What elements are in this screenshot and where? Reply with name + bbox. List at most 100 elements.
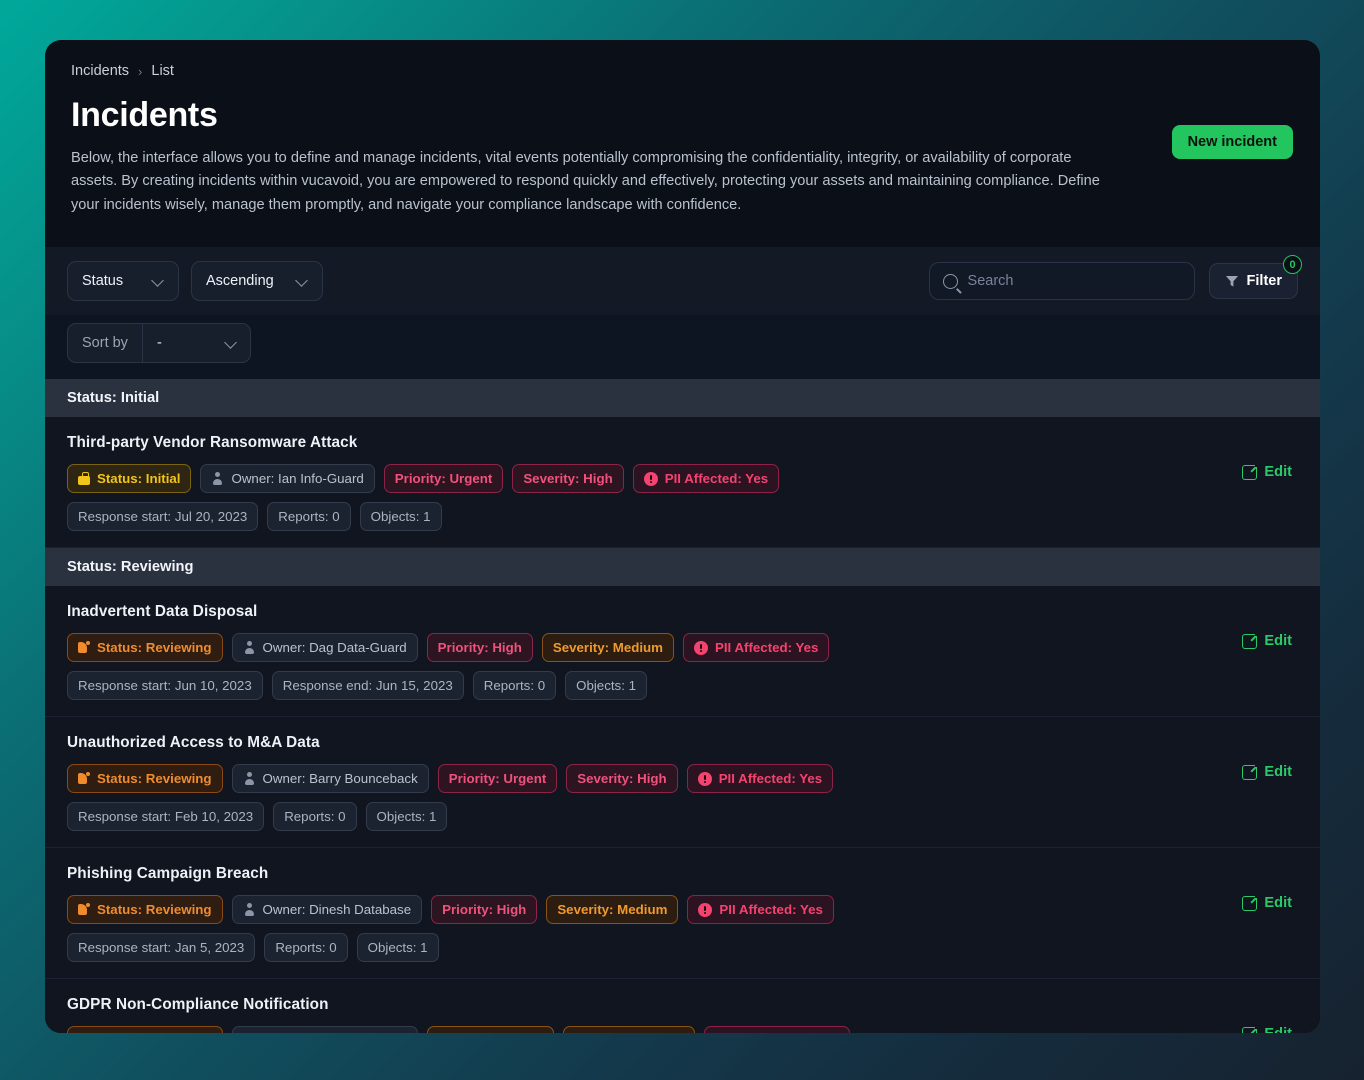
- alert-circle-icon: [693, 640, 708, 655]
- meta-chip-label: Reports: 0: [278, 509, 340, 525]
- breadcrumb: Incidents › List: [71, 60, 1294, 82]
- meta-chip-label: Objects: 1: [576, 678, 636, 694]
- severity-chip-label: Severity: High: [523, 471, 613, 487]
- pii-affected-chip-label: PII Affected: Yes: [719, 902, 823, 918]
- filter-label: Filter: [1246, 273, 1282, 290]
- search-input[interactable]: [967, 273, 1181, 290]
- severity-chip: Severity: Medium: [562, 1026, 695, 1033]
- incident-row[interactable]: Phishing Campaign Breach Status: Reviewin…: [45, 848, 1320, 980]
- priority-chip: Priority: High: [426, 633, 533, 663]
- toolbar: Status Ascending Filter 0: [45, 247, 1320, 380]
- meta-chip: Reports: 0: [472, 671, 557, 701]
- app-window: Incidents › List Incidents Below, the in…: [45, 40, 1320, 1033]
- owner-chip: Owner: Dag Data-Guard: [231, 1026, 418, 1033]
- filter-button[interactable]: Filter 0: [1208, 255, 1302, 300]
- edit-button[interactable]: Edit: [1242, 761, 1292, 781]
- meta-chip: Reports: 0: [273, 802, 357, 832]
- pii-affected-chip: PII Affected: Yes: [703, 1026, 851, 1033]
- incident-list: Status: Initial Third-party Vendor Ransom…: [45, 379, 1320, 1033]
- incident-attribute-chips: Status: Reviewing Owner: Barry Bounceback…: [67, 764, 1242, 794]
- meta-chip-label: Response start: Jan 5, 2023: [78, 940, 245, 956]
- meta-chip-label: Reports: 0: [275, 940, 337, 956]
- incident-content: GDPR Non-Compliance Notification Status: …: [67, 996, 1242, 1033]
- incident-attribute-chips: Status: Reviewing Owner: Dag Data-Guard Pr…: [67, 633, 1242, 663]
- edit-button[interactable]: Edit: [1242, 461, 1292, 481]
- chevron-down-icon: [152, 275, 164, 287]
- owner-chip-label: Owner: Dag Data-Guard: [262, 640, 407, 656]
- meta-chip-label: Response start: Feb 10, 2023: [78, 809, 254, 825]
- meta-chip: Objects: 1: [565, 671, 647, 701]
- person-icon: [243, 772, 256, 785]
- sort-by-control[interactable]: Sort by -: [67, 323, 251, 364]
- edit-button[interactable]: Edit: [1242, 1023, 1292, 1033]
- sort-by-select[interactable]: -: [143, 324, 250, 362]
- sort-by-label: Sort by: [68, 324, 143, 363]
- edit-pencil-icon: [1242, 1023, 1261, 1033]
- meta-chip: Response end: Jun 15, 2023: [271, 671, 464, 701]
- priority-chip-label: Priority: High: [442, 902, 527, 918]
- severity-chip: Severity: Medium: [541, 633, 674, 663]
- severity-chip: Severity: Medium: [546, 895, 679, 925]
- edit-label: Edit: [1264, 764, 1292, 781]
- incident-meta-chips: Response start: Jun 10, 2023 Response end…: [67, 671, 1242, 701]
- status-chip-label: Status: Initial: [97, 471, 181, 487]
- owner-chip-label: Owner: Dinesh Database: [262, 902, 412, 918]
- incident-row[interactable]: Third-party Vendor Ransomware Attack Stat…: [45, 417, 1320, 549]
- new-incident-button[interactable]: New incident: [1171, 125, 1293, 159]
- severity-chip-label: Severity: High: [577, 771, 667, 787]
- status-chip-label: Status: Reviewing: [97, 902, 212, 918]
- chevron-down-icon: [296, 275, 308, 287]
- owner-chip-label: Owner: Barry Bounceback: [262, 771, 418, 787]
- incident-title[interactable]: Phishing Campaign Breach: [67, 865, 1242, 883]
- status-chip-label: Status: Reviewing: [97, 640, 212, 656]
- incident-title[interactable]: Unauthorized Access to M&A Data: [67, 734, 1242, 752]
- breadcrumb-item-list[interactable]: List: [151, 63, 174, 79]
- toolbar-primary-row: Status Ascending Filter 0: [45, 247, 1320, 315]
- meta-chip-label: Response start: Jul 20, 2023: [78, 509, 248, 525]
- status-chip-label: Status: Reviewing: [97, 771, 212, 787]
- meta-chip-label: Objects: 1: [370, 509, 431, 525]
- meta-chip: Objects: 1: [359, 502, 442, 532]
- edit-label: Edit: [1264, 633, 1292, 650]
- breadcrumb-item-incidents[interactable]: Incidents: [71, 63, 129, 79]
- pii-affected-chip-label: PII Affected: Yes: [714, 640, 819, 656]
- search-box[interactable]: [928, 262, 1195, 301]
- incident-title[interactable]: Inadvertent Data Disposal: [67, 603, 1242, 621]
- section-header: Status: Initial: [45, 379, 1320, 418]
- edit-label: Edit: [1264, 1026, 1292, 1033]
- incident-title[interactable]: GDPR Non-Compliance Notification: [67, 996, 1242, 1014]
- incident-meta-chips: Response start: Jan 5, 2023 Reports: 0 Obj…: [67, 933, 1242, 963]
- group-by-select[interactable]: Status: [67, 261, 179, 302]
- bookmark-icon: [78, 641, 90, 654]
- priority-chip-label: Priority: Urgent: [448, 771, 547, 787]
- person-icon: [243, 903, 256, 916]
- priority-chip-label: Priority: Medium: [438, 1032, 543, 1033]
- owner-chip-label: Owner: Dag Data-Guard: [263, 1032, 407, 1033]
- status-chip: Status: Reviewing: [67, 895, 223, 925]
- meta-chip-label: Reports: 0: [483, 678, 546, 694]
- filter-count-badge: 0: [1283, 255, 1302, 275]
- person-icon: [243, 641, 256, 654]
- meta-chip-label: Objects: 1: [376, 809, 437, 825]
- priority-chip: Priority: Medium: [426, 1026, 554, 1033]
- incident-content: Inadvertent Data Disposal Status: Reviewi…: [67, 603, 1242, 701]
- priority-chip: Priority: High: [431, 895, 538, 925]
- pii-affected-chip-label: PII Affected: Yes: [664, 471, 769, 487]
- status-chip: Status: Reviewing: [67, 764, 223, 794]
- sort-direction-select[interactable]: Ascending: [191, 261, 323, 302]
- edit-label: Edit: [1264, 464, 1292, 481]
- edit-pencil-icon: [1242, 761, 1261, 780]
- edit-button[interactable]: Edit: [1242, 892, 1292, 911]
- incident-row[interactable]: Unauthorized Access to M&A Data Status: R…: [45, 717, 1320, 849]
- severity-chip-label: Severity: Medium: [574, 1032, 684, 1033]
- incident-meta-chips: Response start: Feb 10, 2023 Reports: 0 Ob…: [67, 802, 1242, 832]
- incident-row[interactable]: GDPR Non-Compliance Notification Status: …: [45, 979, 1320, 1033]
- incident-title[interactable]: Third-party Vendor Ransomware Attack: [67, 434, 1242, 452]
- chevron-down-icon: [225, 337, 237, 349]
- priority-chip: Priority: Urgent: [437, 764, 558, 794]
- edit-button[interactable]: Edit: [1242, 630, 1292, 650]
- incident-row[interactable]: Inadvertent Data Disposal Status: Reviewi…: [45, 586, 1320, 718]
- sort-direction-value: Ascending: [206, 273, 274, 290]
- incident-content: Third-party Vendor Ransomware Attack Stat…: [67, 434, 1242, 532]
- incident-attribute-chips: Status: Reviewing Owner: Dinesh Database P…: [67, 895, 1242, 925]
